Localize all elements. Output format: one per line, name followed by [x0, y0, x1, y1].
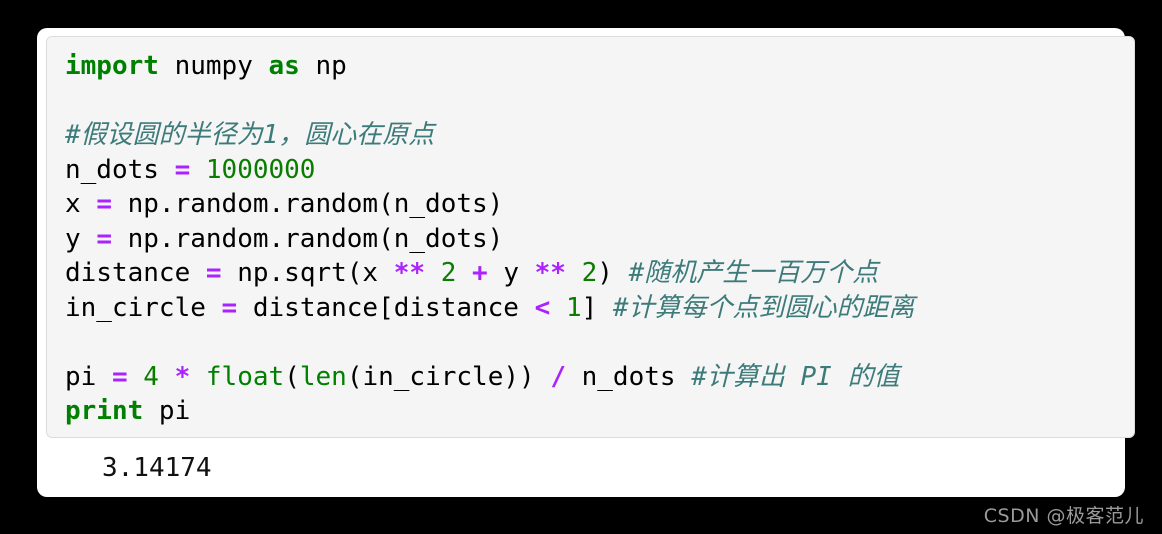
code-token: 1000000	[205, 154, 316, 185]
code-token: y	[487, 258, 535, 288]
code-token: 2	[581, 258, 598, 288]
program-output-value: 3.14174	[102, 453, 212, 483]
code-token: #计算出 PI 的值	[691, 361, 900, 392]
code-line: print pi	[65, 394, 1134, 429]
code-token: n_dots	[65, 154, 175, 185]
code-line: pi = 4 * float(len(in_circle)) / n_dots …	[65, 360, 1134, 395]
code-token: x	[65, 189, 97, 219]
code-token: 1	[565, 292, 582, 323]
code-token: numpy	[158, 51, 269, 81]
code-line: x = np.random.random(n_dots)	[65, 187, 1134, 222]
code-token: n_dots	[565, 361, 692, 392]
code-token: len	[299, 361, 347, 392]
code-token: =	[96, 189, 112, 219]
code-token: in_circle	[65, 292, 222, 323]
code-token: y	[65, 223, 97, 254]
code-line: in_circle = distance[distance < 1] #计算每个…	[65, 291, 1134, 326]
code-token: =	[111, 361, 128, 392]
code-token: np.random.random(n_dots)	[111, 189, 504, 219]
code-token: 4	[143, 361, 159, 392]
code-token: (in_circle))	[346, 361, 551, 392]
code-token: +	[472, 258, 488, 288]
code-token: =	[96, 223, 112, 254]
code-line: import numpy as np	[65, 49, 1134, 84]
code-token: np.random.random(n_dots)	[111, 223, 504, 254]
code-token: /	[550, 361, 566, 392]
code-token: distance	[65, 258, 206, 288]
code-token: pi	[65, 361, 112, 392]
code-line: y = np.random.random(n_dots)	[65, 222, 1134, 257]
code-token: =	[174, 154, 191, 185]
code-token: **	[534, 258, 566, 288]
code-token: #计算每个点到圆心的距离	[612, 292, 915, 323]
code-line: n_dots = 1000000	[65, 153, 1134, 188]
code-token: #假设圆的半径为1，圆心在原点	[65, 120, 435, 150]
code-token: =	[205, 258, 222, 288]
code-token: =	[221, 292, 238, 323]
code-token: <	[534, 292, 551, 323]
code-token: print	[65, 396, 144, 426]
code-token: (	[284, 361, 300, 392]
code-token: import	[65, 51, 159, 81]
code-token: **	[393, 258, 426, 288]
program-output-area: 3.14174	[46, 446, 1116, 491]
code-token: distance[distance	[237, 292, 535, 323]
article-card: import numpy as np #假设圆的半径为1，圆心在原点 n_dots…	[37, 28, 1135, 497]
code-token: #随机产生一百万个点	[628, 258, 879, 288]
code-content[interactable]: import numpy as np #假设圆的半径为1，圆心在原点 n_dots…	[47, 37, 1134, 437]
code-token: as	[268, 51, 300, 81]
code-token: np	[299, 51, 347, 81]
code-token: np.sqrt(x	[221, 258, 394, 288]
code-token: float	[205, 361, 285, 392]
code-block[interactable]: import numpy as np #假设圆的半径为1，圆心在原点 n_dots…	[46, 36, 1135, 438]
code-line: #假设圆的半径为1，圆心在原点	[65, 118, 1134, 153]
code-token: )	[597, 258, 629, 288]
code-token: ]	[581, 292, 613, 323]
code-token: *	[174, 361, 191, 392]
code-line: distance = np.sqrt(x ** 2 + y ** 2) #随机产…	[65, 256, 1134, 291]
code-token: pi	[143, 396, 191, 426]
csdn-watermark: CSDN @极客范儿	[983, 505, 1144, 527]
code-token: 2	[440, 258, 457, 288]
